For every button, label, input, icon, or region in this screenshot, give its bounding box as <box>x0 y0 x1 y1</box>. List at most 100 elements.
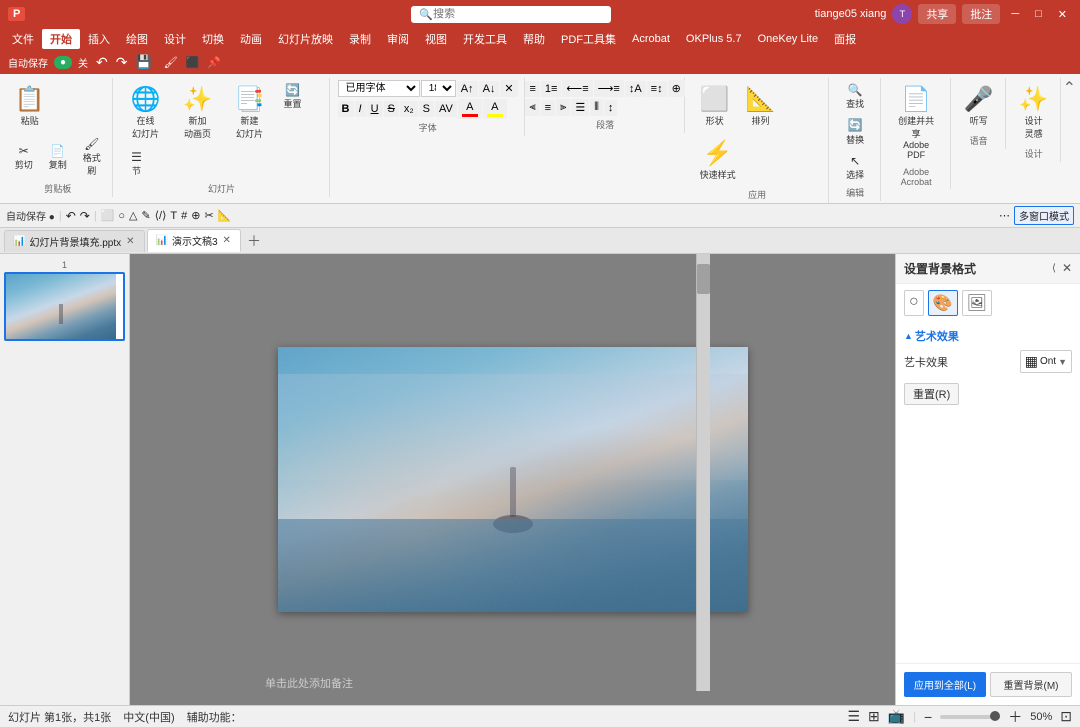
menu-item-pdf[interactable]: PDF工具集 <box>553 29 624 49</box>
zoom-in-button[interactable]: ＋ <box>1008 707 1022 727</box>
view-slide-sorter-icon[interactable]: ⊞ <box>868 708 880 725</box>
dt-tool8[interactable]: ⊕ <box>191 209 200 222</box>
underline-button[interactable]: U <box>367 101 383 117</box>
panel-expand-icon[interactable]: ⟨ <box>1050 261 1058 276</box>
dt-undo[interactable]: ↶ <box>66 209 76 223</box>
close-button[interactable]: ✕ <box>1053 8 1072 21</box>
menu-item-home[interactable]: 开始 <box>42 29 80 49</box>
find-button[interactable]: 🔍查找 <box>839 80 871 113</box>
dt-tool3[interactable]: △ <box>129 209 137 222</box>
align-text-button[interactable]: ≡↕ <box>647 81 667 97</box>
online-slide-button[interactable]: 🌐 在线幻灯片 <box>121 80 171 145</box>
add-anim-button[interactable]: ✨ 新加动画页 <box>173 80 223 145</box>
reset-bg-button[interactable]: 重置背景(M) <box>990 672 1072 697</box>
share-button[interactable]: 共享 <box>918 4 956 24</box>
panel-tab-effects[interactable]: 🎨 <box>928 290 958 316</box>
view-reading-icon[interactable]: 📺 <box>888 708 905 725</box>
menu-item-dev[interactable]: 开发工具 <box>455 29 515 49</box>
highlight-button[interactable]: A <box>483 99 507 119</box>
menu-item-file[interactable]: 文件 <box>4 29 42 49</box>
dt-tool6[interactable]: T <box>170 210 177 222</box>
design-ideas-button[interactable]: ✨ 设计灵感 <box>1012 80 1056 145</box>
smartart-button[interactable]: ⊕ <box>668 80 685 97</box>
menu-item-slideshow[interactable]: 幻灯片放映 <box>270 29 341 49</box>
reset-effect-button[interactable]: 重置(R) <box>904 383 959 405</box>
font-color-button[interactable]: A <box>458 99 482 119</box>
menu-item-review[interactable]: 审阅 <box>379 29 417 49</box>
align-left-button[interactable]: ⫷ <box>525 99 539 116</box>
menu-item-draw[interactable]: 绘图 <box>118 29 156 49</box>
dt-multiwin[interactable]: 多窗口模式 <box>1014 206 1074 225</box>
search-input[interactable] <box>433 8 573 20</box>
italic-button[interactable]: I <box>355 101 366 117</box>
menu-item-transitions[interactable]: 切换 <box>194 29 232 49</box>
zoom-percent[interactable]: 50% <box>1030 711 1052 723</box>
maximize-button[interactable]: □ <box>1030 8 1047 20</box>
zoom-slider[interactable] <box>940 715 1000 719</box>
dt-tool4[interactable]: ✎ <box>142 209 151 222</box>
strikethrough-button[interactable]: S <box>384 101 399 117</box>
shapes-button[interactable]: ⬜ 形状 <box>693 80 737 132</box>
tab-background-fill[interactable]: 📊 幻灯片背景填充.pptx ✕ <box>4 230 145 252</box>
font-increase-button[interactable]: A↑ <box>457 81 478 97</box>
apply-all-button[interactable]: 应用到全部(L) <box>904 672 986 697</box>
panel-tab-fill[interactable]: ○ <box>904 290 924 316</box>
paste-button[interactable]: 📋 粘贴 <box>8 80 52 132</box>
menu-item-insert[interactable]: 插入 <box>80 29 118 49</box>
arrange-button[interactable]: 📐 排列 <box>739 80 783 132</box>
save-button[interactable]: 💾 <box>134 54 154 70</box>
slide-canvas[interactable] <box>278 347 748 612</box>
char-spacing-button[interactable]: AV <box>435 101 457 117</box>
col-button[interactable]: ⫴ <box>590 99 603 116</box>
reset-slide-button[interactable]: 🔄重置 <box>277 80 309 113</box>
dt-tool10[interactable]: 📐 <box>218 209 232 222</box>
bold-button[interactable]: B <box>338 101 354 117</box>
tab-add-button[interactable]: ＋ <box>243 231 265 251</box>
font-size-select[interactable]: 18 <box>421 80 456 97</box>
dt-tool5[interactable]: ⟨/⟩ <box>155 209 167 222</box>
cut-button[interactable]: ✂剪切 <box>8 134 40 180</box>
menu-item-okplus[interactable]: OKPlus 5.7 <box>678 31 750 47</box>
increase-indent-button[interactable]: ⟶≡ <box>594 80 624 97</box>
copy-button[interactable]: 📄复制 <box>42 134 74 180</box>
tab-presentation3[interactable]: 📊 演示文稿3 ✕ <box>147 229 241 252</box>
zoom-out-button[interactable]: − <box>924 709 932 725</box>
panel-tab-image[interactable]: 🖼 <box>962 290 992 316</box>
more-tools[interactable]: ⬛ <box>184 56 202 69</box>
text-direction-button[interactable]: ↕A <box>625 81 646 97</box>
menu-item-record[interactable]: 录制 <box>341 29 379 49</box>
menu-item-help[interactable]: 帮助 <box>515 29 553 49</box>
menu-item-acrobat[interactable]: Acrobat <box>624 31 678 47</box>
format-painter[interactable]: 🖌 <box>162 56 180 69</box>
justify-button[interactable]: ☰ <box>571 99 589 116</box>
pin-icon[interactable]: 📌 <box>205 56 223 69</box>
menu-item-view[interactable]: 视图 <box>417 29 455 49</box>
dt-tool9[interactable]: ✂ <box>204 209 213 222</box>
shadow-button[interactable]: S <box>419 101 434 117</box>
dictate-button[interactable]: 🎤 听写 <box>957 80 1001 132</box>
undo-button[interactable]: ↶ <box>94 54 110 71</box>
replace-button[interactable]: 🔄替换 <box>839 115 871 148</box>
create-pdf-button[interactable]: 📄 创建并共享Adobe PDF <box>889 80 944 165</box>
dt-tool2[interactable]: ○ <box>118 210 125 222</box>
tab-close-2[interactable]: ✕ <box>222 235 232 246</box>
click-to-add-notes[interactable]: 单击此处添加备注 <box>265 675 353 691</box>
ribbon-collapse[interactable]: ⌃ <box>1063 78 1076 98</box>
font-family-select[interactable]: 已用字体 <box>338 80 420 97</box>
format-painter-btn[interactable]: 🖌格式刷 <box>76 134 108 180</box>
decrease-indent-button[interactable]: ⟵≡ <box>562 80 592 97</box>
zoom-slider-thumb[interactable] <box>990 711 1000 721</box>
font-decrease-button[interactable]: A↓ <box>479 81 500 97</box>
align-center-button[interactable]: ≡ <box>541 100 555 116</box>
select-button[interactable]: ↖选择 <box>839 151 871 184</box>
dt-tool1[interactable]: ⬜ <box>101 209 115 222</box>
vertical-scroll-thumb[interactable] <box>697 264 710 294</box>
tab-close-1[interactable]: ✕ <box>125 236 135 247</box>
menu-item-design[interactable]: 设计 <box>156 29 194 49</box>
line-spacing-button[interactable]: ↕ <box>604 100 618 116</box>
align-right-button[interactable]: ⫸ <box>556 99 570 116</box>
minimize-button[interactable]: ─ <box>1006 8 1024 20</box>
canvas-area[interactable]: 单击此处添加备注 <box>130 254 895 705</box>
autosave-toggle[interactable]: ● <box>54 56 72 69</box>
menu-item-mian[interactable]: 面报 <box>826 29 864 49</box>
